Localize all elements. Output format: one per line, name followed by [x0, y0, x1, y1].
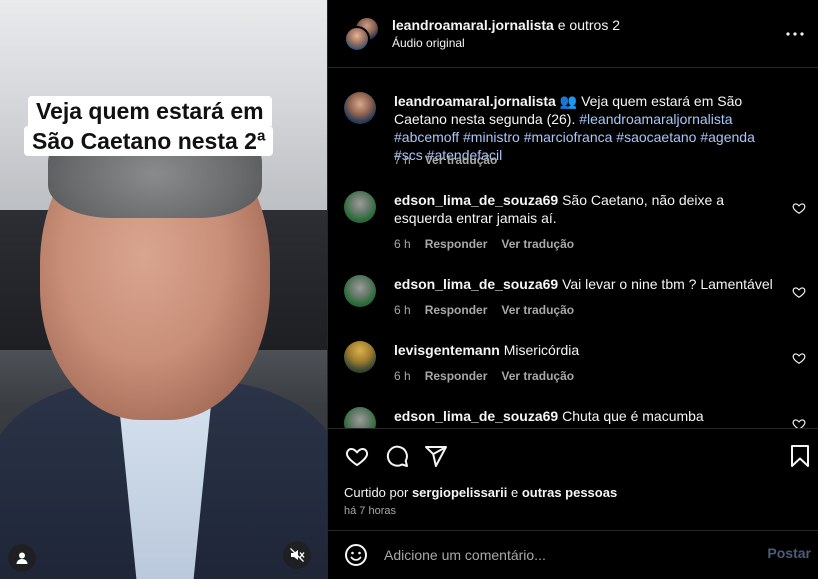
comment-username[interactable]: edson_lima_de_souza69: [394, 276, 558, 292]
group-emoji: 👥: [559, 93, 578, 109]
post-panel: leandroamaral.jornalista e outros 2 Áudi…: [327, 0, 818, 579]
liked-by: Curtido por sergiopelissarii e outras pe…: [344, 485, 618, 500]
muted-speaker-icon: [290, 548, 305, 562]
coauthors-link[interactable]: e outros 2: [558, 17, 620, 33]
comment-text: Chuta que é macumba: [562, 408, 704, 424]
save-button[interactable]: [787, 443, 813, 469]
avatar[interactable]: [344, 275, 376, 307]
post-actions: Curtido por sergiopelissarii e outras pe…: [328, 428, 818, 531]
comment-time[interactable]: 6 h: [394, 237, 411, 251]
heart-icon[interactable]: [792, 201, 806, 215]
heart-icon[interactable]: [792, 285, 806, 299]
bookmark-icon: [791, 445, 809, 467]
comment-time[interactable]: 6 h: [394, 303, 411, 317]
comment-text: Misericórdia: [503, 342, 580, 358]
heart-icon: [345, 447, 369, 467]
see-translation-link[interactable]: Ver tradução: [501, 303, 574, 317]
comment-username[interactable]: edson_lima_de_souza69: [394, 408, 558, 424]
liked-by-others[interactable]: outras pessoas: [522, 485, 617, 500]
add-comment-bar: Postar: [328, 531, 818, 579]
see-translation-link[interactable]: Ver tradução: [425, 153, 498, 167]
emoji-icon[interactable]: [344, 543, 368, 567]
comment-username[interactable]: leandroamaral.jornalista: [394, 93, 556, 109]
avatar[interactable]: [344, 341, 376, 373]
reply-link[interactable]: Responder: [425, 303, 488, 317]
comment-input[interactable]: [384, 545, 754, 565]
reply-link[interactable]: Responder: [425, 237, 488, 251]
heart-icon[interactable]: [792, 351, 806, 365]
post-header: leandroamaral.jornalista e outros 2 Áudi…: [328, 0, 818, 68]
comment-button[interactable]: [384, 443, 410, 469]
comment-icon: [386, 445, 408, 467]
tagged-users-button[interactable]: [8, 544, 36, 572]
comments-list[interactable]: leandroamaral.jornalista 👥 Veja quem est…: [328, 68, 818, 428]
avatar[interactable]: [344, 407, 376, 428]
list-item: edson_lima_de_souza69 Vai levar o nine t…: [344, 275, 806, 319]
comment-time[interactable]: 6 h: [394, 369, 411, 383]
video-caption-line2: São Caetano nesta 2ª: [24, 126, 274, 156]
avatar: [344, 26, 370, 52]
share-button[interactable]: [423, 443, 449, 469]
video-player[interactable]: Veja quem estará em São Caetano nesta 2ª: [0, 0, 327, 579]
share-icon: [425, 446, 447, 467]
heart-icon[interactable]: [792, 417, 806, 428]
comment-text: Vai levar o nine tbm ? Lamentável: [562, 276, 773, 292]
user-icon: [16, 552, 28, 564]
avatar[interactable]: [344, 92, 376, 124]
post-caption: leandroamaral.jornalista 👥 Veja quem est…: [344, 92, 806, 172]
like-button[interactable]: [344, 443, 370, 469]
see-translation-link[interactable]: Ver tradução: [501, 237, 574, 251]
mute-button[interactable]: [283, 541, 311, 569]
post-time[interactable]: há 7 horas: [344, 505, 396, 517]
list-item: edson_lima_de_souza69 São Caetano, não d…: [344, 191, 806, 253]
author-username[interactable]: leandroamaral.jornalista: [392, 17, 554, 33]
see-translation-link[interactable]: Ver tradução: [501, 369, 574, 383]
more-options-button[interactable]: [783, 22, 807, 46]
liked-by-user[interactable]: sergiopelissarii: [412, 485, 507, 500]
video-caption: Veja quem estará em São Caetano nesta 2ª: [24, 96, 274, 156]
post-dialog: Veja quem estará em São Caetano nesta 2ª: [0, 0, 818, 579]
more-options-icon: [786, 32, 804, 36]
avatar[interactable]: [344, 191, 376, 223]
original-audio-link[interactable]: Áudio original: [392, 34, 620, 52]
list-item: edson_lima_de_souza69 Chuta que é macumb…: [344, 407, 806, 428]
post-button[interactable]: Postar: [767, 545, 811, 561]
video-caption-line1: Veja quem estará em: [28, 96, 272, 126]
comment-time[interactable]: 7 h: [394, 153, 411, 167]
list-item: levisgentemann Misericórdia 6 h Responde…: [344, 341, 806, 385]
author-avatars[interactable]: [344, 16, 380, 52]
comment-username[interactable]: levisgentemann: [394, 342, 500, 358]
comment-username[interactable]: edson_lima_de_souza69: [394, 192, 558, 208]
reply-link[interactable]: Responder: [425, 369, 488, 383]
